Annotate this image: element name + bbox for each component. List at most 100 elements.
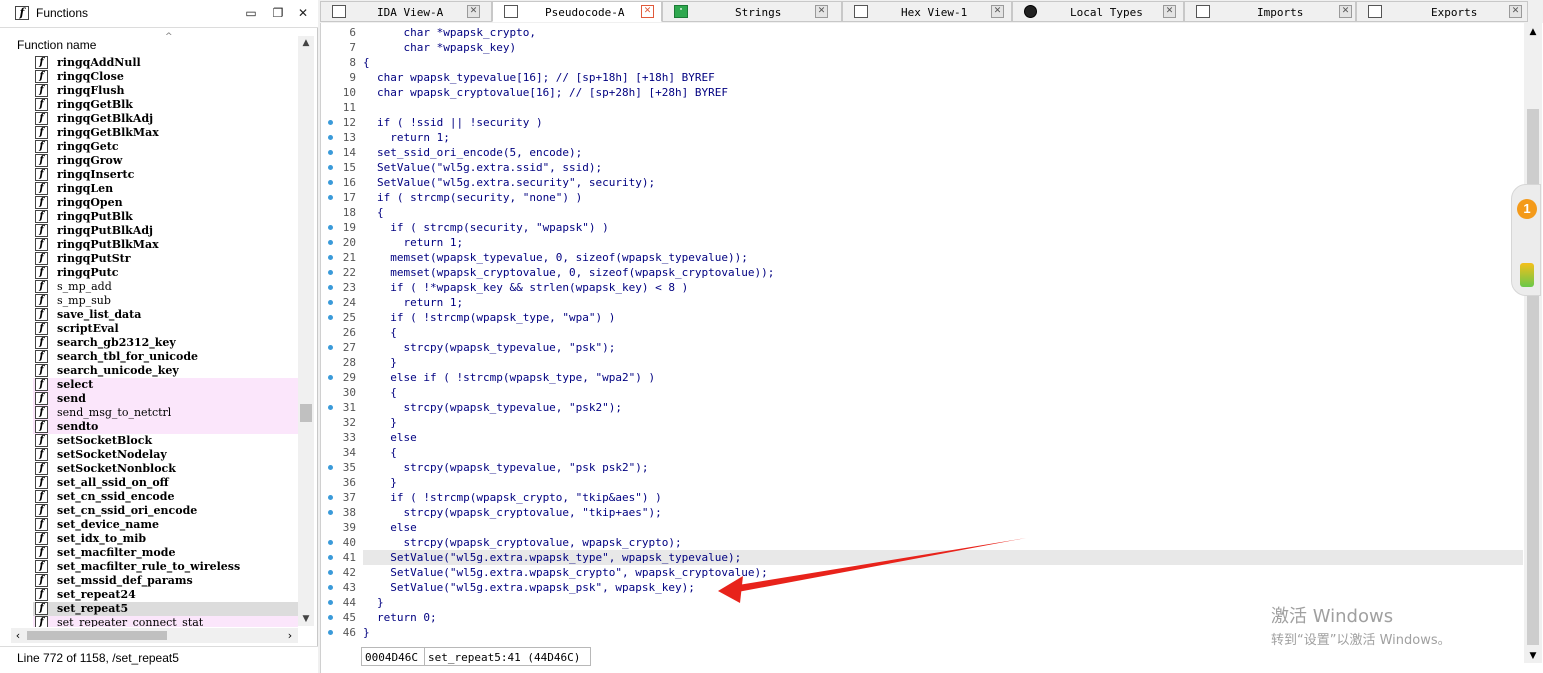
functions-vertical-scrollbar[interactable]: ▲ ▼ [298, 36, 314, 626]
function-list-item[interactable]: f select [33, 378, 298, 392]
function-list-item[interactable]: f setSocketNodelay [33, 448, 298, 462]
restore-icon[interactable]: ❐ [270, 5, 286, 21]
function-list-item[interactable]: f s_mp_add [33, 280, 298, 294]
tab-exports[interactable]: Exports ✕ [1356, 1, 1528, 22]
code-line[interactable]: 18 { [321, 205, 1524, 220]
function-list-item[interactable]: f ringqGetc [33, 140, 298, 154]
code-line[interactable]: 20 return 1; [321, 235, 1524, 250]
breakpoint-dot-icon[interactable] [328, 240, 333, 245]
function-list-item[interactable]: f ringqPutBlk [33, 210, 298, 224]
scrollbar-thumb[interactable] [27, 631, 167, 640]
function-list-item[interactable]: f set_device_name [33, 518, 298, 532]
notification-badge[interactable]: 1 [1517, 199, 1537, 219]
tab-local-types[interactable]: Local Types ✕ [1012, 1, 1184, 22]
tab-strings[interactable]: " Strings ✕ [662, 1, 842, 22]
code-line[interactable]: 28 } [321, 355, 1524, 370]
code-vertical-scrollbar[interactable]: ▲ ▼ [1524, 23, 1542, 663]
breakpoint-dot-icon[interactable] [328, 600, 333, 605]
breakpoint-dot-icon[interactable] [328, 270, 333, 275]
code-line[interactable]: 38 strcpy(wpapsk_cryptovalue, "tkip+aes"… [321, 505, 1524, 520]
code-line[interactable]: 14 set_ssid_ori_encode(5, encode); [321, 145, 1524, 160]
close-tab-icon[interactable]: ✕ [467, 5, 480, 18]
function-list-item[interactable]: f search_gb2312_key [33, 336, 298, 350]
close-tab-icon[interactable]: ✕ [1163, 5, 1176, 18]
breakpoint-dot-icon[interactable] [328, 585, 333, 590]
code-lines[interactable]: 6 char *wpapsk_crypto, 7 char *wpapsk_key… [321, 25, 1524, 645]
code-line[interactable]: 29 else if ( !strcmp(wpapsk_type, "wpa2"… [321, 370, 1524, 385]
scroll-down-icon[interactable]: ▼ [298, 612, 314, 626]
code-line[interactable]: 19 if ( strcmp(security, "wpapsk") ) [321, 220, 1524, 235]
function-list-item[interactable]: f set_mssid_def_params [33, 574, 298, 588]
breakpoint-dot-icon[interactable] [328, 285, 333, 290]
function-list-item[interactable]: f scriptEval [33, 322, 298, 336]
code-line[interactable]: 33 else [321, 430, 1524, 445]
tab-hex-view-1[interactable]: Hex View-1 ✕ [842, 1, 1012, 22]
function-list-item[interactable]: f save_list_data [33, 308, 298, 322]
function-list-item[interactable]: f ringqInsertc [33, 168, 298, 182]
code-line[interactable]: 39 else [321, 520, 1524, 535]
close-tab-icon[interactable]: ✕ [1509, 5, 1522, 18]
breakpoint-dot-icon[interactable] [328, 300, 333, 305]
code-line[interactable]: 43 SetValue("wl5g.extra.wpapsk_psk", wpa… [321, 580, 1524, 595]
breakpoint-dot-icon[interactable] [328, 510, 333, 515]
code-line[interactable]: 23 if ( !*wpapsk_key && strlen(wpapsk_ke… [321, 280, 1524, 295]
function-list-item[interactable]: f ringqGetBlk [33, 98, 298, 112]
functions-horizontal-scrollbar[interactable]: ‹ › [11, 628, 298, 643]
function-list-item[interactable]: f setSocketNonblock [33, 462, 298, 476]
function-list-item[interactable]: f set_macfilter_rule_to_wireless [33, 560, 298, 574]
breakpoint-dot-icon[interactable] [328, 555, 333, 560]
code-line[interactable]: 11 [321, 100, 1524, 115]
code-line[interactable]: 22 memset(wpapsk_cryptovalue, 0, sizeof(… [321, 265, 1524, 280]
code-line[interactable]: 37 if ( !strcmp(wpapsk_crypto, "tkip&aes… [321, 490, 1524, 505]
close-tab-icon[interactable]: ✕ [641, 5, 654, 18]
breakpoint-dot-icon[interactable] [328, 165, 333, 170]
code-line[interactable]: 6 char *wpapsk_crypto, [321, 25, 1524, 40]
pseudocode-view[interactable]: 6 char *wpapsk_crypto, 7 char *wpapsk_key… [320, 23, 1543, 673]
function-list-item[interactable]: f search_unicode_key [33, 364, 298, 378]
function-list-item[interactable]: f send_msg_to_netctrl [33, 406, 298, 420]
function-list-item[interactable]: f set_repeater_connect_stat [33, 616, 298, 627]
function-list-item[interactable]: f set_repeat5 [33, 602, 298, 616]
breakpoint-dot-icon[interactable] [328, 255, 333, 260]
code-line[interactable]: 12 if ( !ssid || !security ) [321, 115, 1524, 130]
code-line[interactable]: 27 strcpy(wpapsk_typevalue, "psk"); [321, 340, 1524, 355]
breakpoint-dot-icon[interactable] [328, 570, 333, 575]
code-line[interactable]: 24 return 1; [321, 295, 1524, 310]
code-line[interactable]: 25 if ( !strcmp(wpapsk_type, "wpa") ) [321, 310, 1524, 325]
code-line[interactable]: 8{ [321, 55, 1524, 70]
function-list-item[interactable]: f set_repeat24 [33, 588, 298, 602]
function-list-item[interactable]: f send [33, 392, 298, 406]
code-line[interactable]: 36 } [321, 475, 1524, 490]
scroll-down-icon[interactable]: ▼ [1524, 649, 1542, 663]
function-list[interactable]: f ringqAddNull f ringqClose f ringqFlush f ring… [33, 56, 298, 627]
code-line[interactable]: 16 SetValue("wl5g.extra.security", securi… [321, 175, 1524, 190]
function-list-item[interactable]: f ringqGrow [33, 154, 298, 168]
code-line[interactable]: 40 strcpy(wpapsk_cryptovalue, wpapsk_cry… [321, 535, 1524, 550]
code-line[interactable]: 35 strcpy(wpapsk_typevalue, "psk psk2"); [321, 460, 1524, 475]
breakpoint-dot-icon[interactable] [328, 345, 333, 350]
function-list-item[interactable]: f ringqAddNull [33, 56, 298, 70]
breakpoint-dot-icon[interactable] [328, 615, 333, 620]
breakpoint-dot-icon[interactable] [328, 375, 333, 380]
function-list-item[interactable]: f set_cn_ssid_ori_encode [33, 504, 298, 518]
function-list-item[interactable]: f s_mp_sub [33, 294, 298, 308]
function-list-item[interactable]: f sendto [33, 420, 298, 434]
breakpoint-dot-icon[interactable] [328, 495, 333, 500]
function-list-item[interactable]: f set_cn_ssid_encode [33, 490, 298, 504]
code-line[interactable]: 17 if ( strcmp(security, "none") ) [321, 190, 1524, 205]
function-list-item[interactable]: f ringqFlush [33, 84, 298, 98]
code-line[interactable]: 10 char wpapsk_cryptovalue[16]; // [sp+28… [321, 85, 1524, 100]
breakpoint-dot-icon[interactable] [328, 120, 333, 125]
minimize-icon[interactable]: ▭ [243, 5, 259, 21]
close-tab-icon[interactable]: ✕ [815, 5, 828, 18]
close-tab-icon[interactable]: ✕ [1339, 5, 1352, 18]
function-list-item[interactable]: f ringqPutBlkAdj [33, 224, 298, 238]
code-line[interactable]: 30 { [321, 385, 1524, 400]
function-list-item[interactable]: f ringqOpen [33, 196, 298, 210]
code-line[interactable]: 34 { [321, 445, 1524, 460]
breakpoint-dot-icon[interactable] [328, 465, 333, 470]
function-list-item[interactable]: f ringqGetBlkMax [33, 126, 298, 140]
function-list-item[interactable]: f set_all_ssid_on_off [33, 476, 298, 490]
breakpoint-dot-icon[interactable] [328, 180, 333, 185]
function-list-item[interactable]: f set_idx_to_mib [33, 532, 298, 546]
